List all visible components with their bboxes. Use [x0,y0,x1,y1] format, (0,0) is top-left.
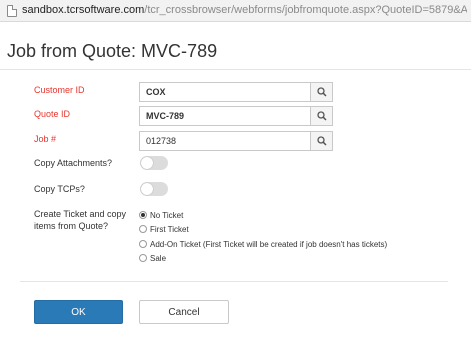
address-url[interactable]: sandbox.tcrsoftware.com/tcr_crossbrowser… [22,4,467,16]
cancel-button[interactable]: Cancel [139,300,229,324]
quote-id-label: Quote ID [34,109,71,119]
radio-first-ticket[interactable]: First Ticket [139,223,189,235]
job-number-field [139,131,333,151]
radio-add-on-ticket[interactable]: Add-On Ticket (First Ticket will be crea… [139,238,387,250]
toggle-knob [141,157,153,169]
copy-tcps-label: Copy TCPs? [34,184,85,194]
document-icon [7,5,17,17]
radio-button[interactable] [139,225,147,233]
address-bar[interactable]: sandbox.tcrsoftware.com/tcr_crossbrowser… [0,0,471,22]
radio-no-ticket[interactable]: No Ticket [139,209,183,221]
title-divider [0,69,471,70]
copy-tcps-toggle[interactable] [140,182,168,196]
footer-divider [20,281,448,282]
quote-id-input[interactable] [139,106,310,126]
url-host: sandbox.tcrsoftware.com [22,4,145,16]
copy-attachments-toggle[interactable] [140,156,168,170]
radio-label: First Ticket [150,224,189,234]
search-icon [316,136,327,146]
radio-label: No Ticket [150,210,184,220]
job-number-search-button[interactable] [310,131,333,151]
ok-button[interactable]: OK [34,300,123,324]
search-icon [316,87,327,97]
quote-id-field [139,106,333,126]
toggle-knob [141,183,153,195]
radio-label: Add-On Ticket (First Ticket will be crea… [150,239,388,249]
create-ticket-label-line1: Create Ticket and copy [34,209,127,219]
quote-id-search-button[interactable] [310,106,333,126]
create-ticket-label: Create Ticket and copy items from Quote? [34,208,126,232]
job-number-label: Job # [34,134,57,144]
customer-id-input[interactable] [139,82,310,102]
radio-sale[interactable]: Sale [139,252,166,264]
search-icon [316,111,327,121]
job-number-input[interactable] [139,131,310,151]
create-ticket-label-line2: items from Quote? [34,221,109,231]
url-path: /tcr_crossbrowser/webforms/jobfromquote.… [144,4,467,16]
radio-button[interactable] [139,240,147,248]
customer-id-search-button[interactable] [310,82,333,102]
customer-id-label: Customer ID [34,85,85,95]
customer-id-field [139,82,333,102]
radio-button[interactable] [139,254,147,262]
radio-button[interactable] [139,211,147,219]
page-title: Job from Quote: MVC-789 [7,41,218,61]
copy-attachments-label: Copy Attachments? [34,158,113,168]
radio-label: Sale [150,253,167,263]
